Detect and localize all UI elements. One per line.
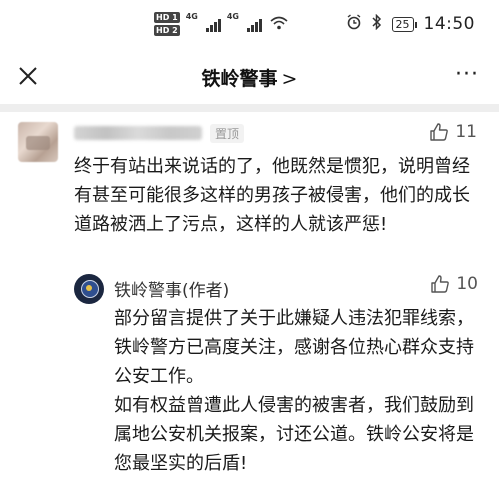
comment-like-count: 11: [455, 122, 477, 142]
account-title-link[interactable]: 铁岭警事 >: [0, 64, 499, 91]
sim-indicators: HD 1 HD 2: [154, 12, 180, 36]
chevron-right-icon: >: [281, 68, 298, 90]
clock: 14:50: [423, 14, 475, 34]
battery-icon: 25: [391, 16, 417, 32]
commenter-avatar[interactable]: [18, 122, 58, 162]
thumbs-up-icon: [430, 123, 449, 141]
sim2-indicator: HD 2: [154, 25, 180, 36]
reply-like-count: 10: [456, 274, 478, 294]
more-icon: ···: [455, 62, 479, 87]
more-options-button[interactable]: ···: [455, 64, 479, 86]
network-type-2: 4G: [226, 12, 239, 21]
signal-icon: [246, 16, 262, 32]
comment-item: 置顶 11 终于有站出来说话的了，他既然是惯犯，说明曾经有甚至可能很多这样的男孩…: [0, 112, 499, 480]
reply-paragraph-1: 部分留言提供了关于此嫌疑人违法犯罪线索，铁岭警方已高度关注，感谢各位热心群众支持…: [114, 308, 474, 387]
reply-paragraph-2: 如有权益曾遭此人侵害的被害者，我们鼓励到属地公安机关报案，讨还公道。铁岭公安将是…: [114, 395, 474, 474]
nav-bar: 铁岭警事 > ···: [0, 52, 499, 102]
network-type-1: 4G: [185, 12, 198, 21]
author-avatar[interactable]: [74, 274, 104, 304]
thumbs-up-icon: [431, 275, 450, 293]
reply-text: 部分留言提供了关于此嫌疑人违法犯罪线索，铁岭警方已高度关注，感谢各位热心群众支持…: [114, 304, 484, 478]
status-left: HD 1 HD 2 4G 4G: [154, 12, 288, 36]
reply-author-name: 铁岭警事(作者): [114, 281, 230, 301]
comment-text: 终于有站出来说话的了，他既然是惯犯，说明曾经有甚至可能很多这样的男孩子被侵害，他…: [74, 156, 470, 235]
status-bar: HD 1 HD 2 4G 4G 25 14:50: [0, 0, 499, 52]
comment-like-button[interactable]: 11: [429, 122, 477, 142]
page-title: 铁岭警事: [201, 68, 278, 90]
signal-icon: [205, 16, 221, 32]
status-right: 25 14:50: [346, 13, 476, 34]
bluetooth-icon: [371, 13, 382, 34]
pinned-badge: 置顶: [210, 124, 245, 143]
wifi-icon: [270, 15, 288, 34]
commenter-name-blurred: [74, 126, 202, 140]
reply-like-button[interactable]: 10: [430, 274, 478, 294]
section-divider: [0, 104, 499, 112]
sim1-indicator: HD 1: [154, 12, 180, 23]
alarm-icon: [346, 14, 362, 34]
